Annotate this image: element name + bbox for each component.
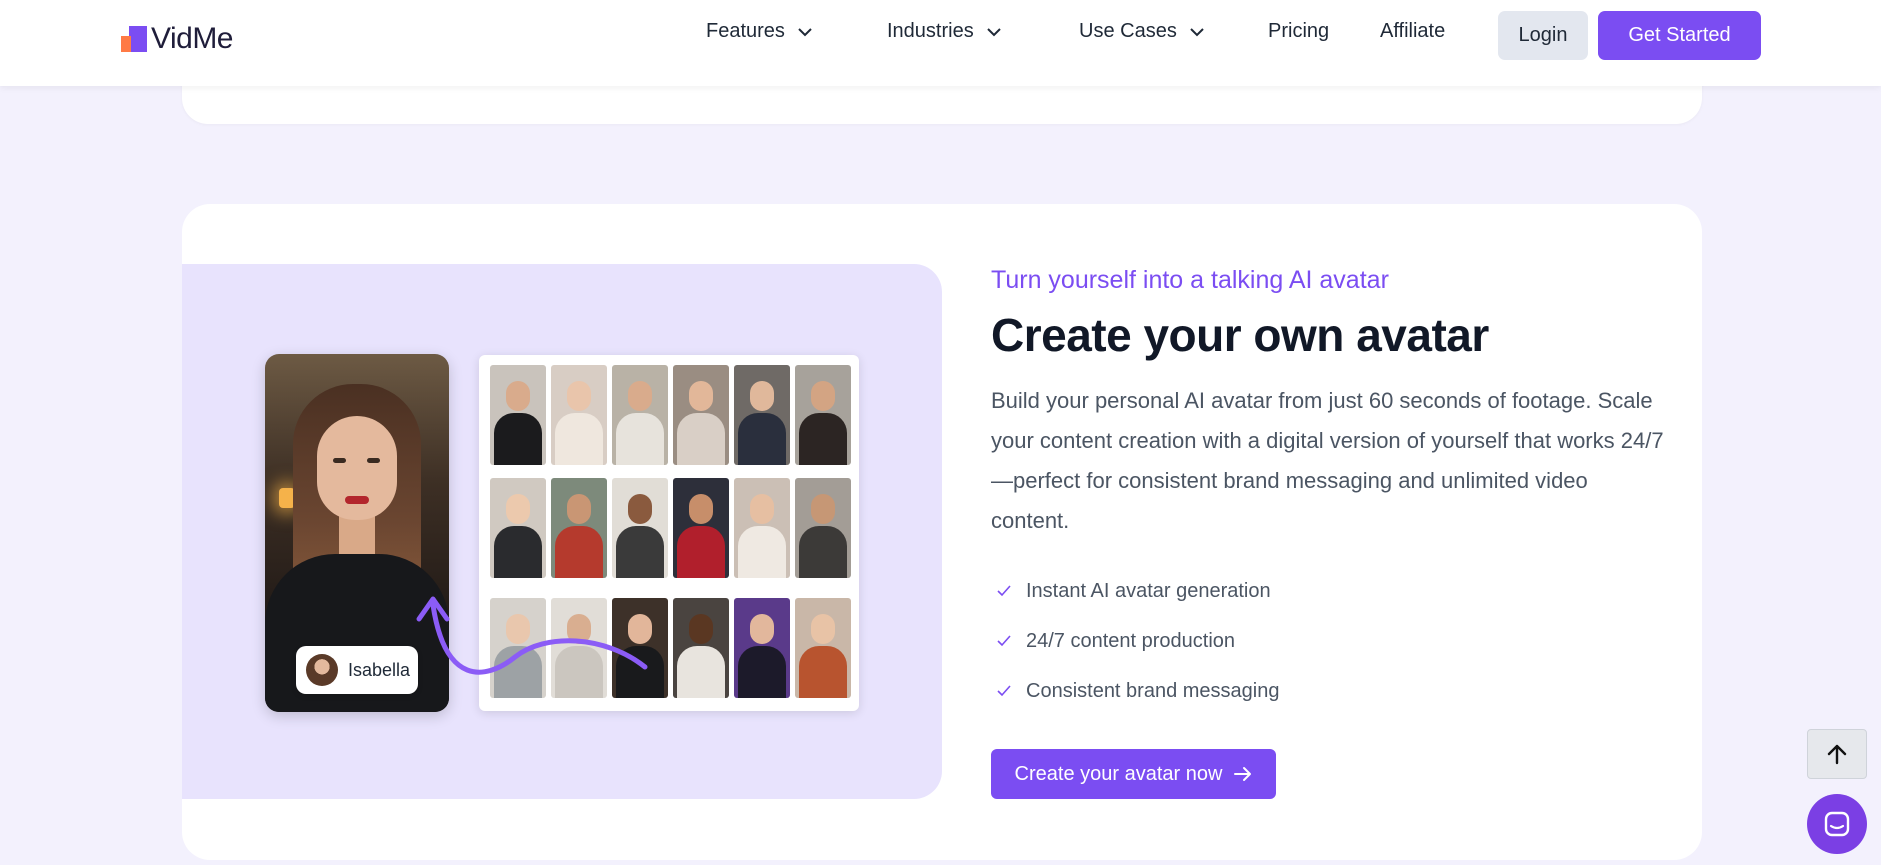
arrow-up-icon (1827, 744, 1847, 765)
nav-affiliate-label: Affiliate (1380, 20, 1446, 42)
feature-label: 24/7 content production (1026, 629, 1236, 652)
section-title: Create your own avatar (991, 309, 1489, 361)
logo-mark-icon (121, 26, 147, 52)
avatar-thumbnail[interactable] (490, 598, 546, 698)
check-icon (996, 633, 1012, 649)
avatar-thumbnail[interactable] (612, 598, 668, 698)
list-item: 24/7 content production (996, 616, 1279, 666)
feature-list: Instant AI avatar generation 24/7 conten… (996, 566, 1279, 716)
avatar-thumbnail[interactable] (673, 598, 729, 698)
avatar-thumbnail[interactable] (795, 598, 851, 698)
site-header: VidMe Features Industries Use Cases Pric… (0, 0, 1881, 86)
avatar-thumbnail[interactable] (551, 598, 607, 698)
portrait-lips (345, 496, 369, 504)
arrow-right-icon (1234, 767, 1252, 781)
chat-launcher-button[interactable] (1807, 794, 1867, 854)
chevron-down-icon (1190, 27, 1204, 36)
nav-pricing-label: Pricing (1268, 20, 1330, 42)
create-avatar-button[interactable]: Create your avatar now (991, 749, 1276, 799)
portrait-face (317, 416, 397, 520)
avatar-thumbnail[interactable] (612, 365, 668, 465)
section-eyebrow: Turn yourself into a talking AI avatar (991, 266, 1389, 294)
avatar-thumbnail[interactable] (795, 478, 851, 578)
avatar-thumbnail[interactable] (612, 478, 668, 578)
portrait-eye (333, 458, 346, 463)
feature-label: Consistent brand messaging (1026, 679, 1280, 702)
section-description: Build your personal AI avatar from just … (991, 388, 1664, 533)
avatar-thumbnail[interactable] (795, 365, 851, 465)
avatar-thumbnail[interactable] (490, 365, 546, 465)
nav-features-label: Features (706, 20, 785, 42)
nav-industries[interactable]: Industries (887, 20, 1002, 43)
logo-text: VidMe (151, 22, 234, 55)
nav-affiliate[interactable]: Affiliate (1380, 20, 1445, 43)
avatar-thumbnail[interactable] (490, 478, 546, 578)
chevron-down-icon (798, 27, 812, 36)
avatar-thumbnail[interactable] (673, 365, 729, 465)
feature-label: Instant AI avatar generation (1026, 579, 1271, 602)
get-started-button[interactable]: Get Started (1598, 11, 1761, 60)
avatar-thumbnail[interactable] (673, 478, 729, 578)
nav-features[interactable]: Features (706, 20, 813, 43)
login-button[interactable]: Login (1498, 11, 1588, 60)
avatar-grid-panel (479, 355, 859, 711)
nav-pricing[interactable]: Pricing (1268, 20, 1329, 43)
chat-icon (1824, 811, 1850, 837)
avatar (306, 654, 338, 686)
create-avatar-button-label: Create your avatar now (1014, 762, 1223, 785)
nav-use-cases[interactable]: Use Cases (1079, 20, 1205, 43)
avatar-name-tag: Isabella (296, 646, 418, 694)
portrait-neck (339, 514, 375, 554)
avatar-name: Isabella (348, 659, 411, 680)
avatar-thumbnail[interactable] (551, 365, 607, 465)
avatar-thumbnail[interactable] (551, 478, 607, 578)
scroll-to-top-button[interactable] (1807, 729, 1867, 779)
portrait-eye (367, 458, 380, 463)
avatar-thumbnail[interactable] (734, 478, 790, 578)
nav-industries-label: Industries (887, 20, 974, 42)
avatar-thumbnail[interactable] (734, 365, 790, 465)
list-item: Consistent brand messaging (996, 666, 1279, 716)
chevron-down-icon (987, 27, 1001, 36)
check-icon (996, 683, 1012, 699)
avatar-thumbnail[interactable] (734, 598, 790, 698)
list-item: Instant AI avatar generation (996, 566, 1279, 616)
check-icon (996, 583, 1012, 599)
nav-use-cases-label: Use Cases (1079, 20, 1177, 42)
logo[interactable]: VidMe (121, 22, 234, 56)
